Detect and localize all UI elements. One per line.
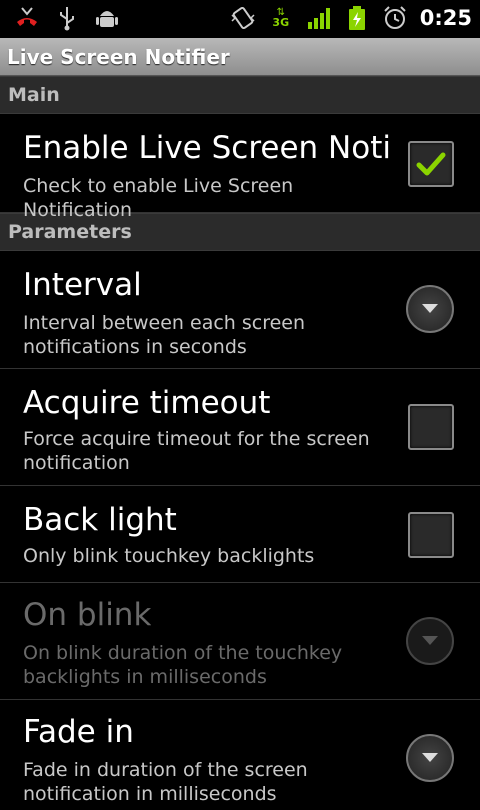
pref-on-blink: On blink On blink duration of the touchk… [0,583,480,700]
pref-title: On blink [23,597,152,633]
section-header-main: Main [0,76,480,114]
pref-summary: Only blink touchkey backlights [23,545,315,567]
checkmark-icon [416,152,446,176]
clock-time: 0:25 [419,6,472,30]
alarm-icon [382,5,408,31]
chevron-down-icon [422,636,438,645]
pref-title: Back light [23,502,177,538]
section-header-label: Parameters [8,221,132,243]
android-debug-icon [94,5,120,31]
pref-summary: On blink duration of the touchkey backli… [23,642,343,688]
network-3g-icon: ⇅ 3G [272,7,290,29]
back-light-checkbox[interactable] [408,512,454,558]
missed-call-icon [14,5,40,31]
app-title: Live Screen Notifier [7,44,230,69]
pref-summary: Check to enable Live Screen Notification [23,175,294,221]
pref-summary: Fade in duration of the screen notificat… [23,759,308,805]
vibrate-icon [230,5,256,31]
pref-summary: Interval between each screen notificatio… [23,312,306,358]
on-blink-dropdown [406,617,454,665]
status-bar: ⇅ 3G 0:25 [0,0,480,38]
app-title-bar: Live Screen Notifier [0,38,480,76]
battery-charging-icon [344,5,370,31]
chevron-down-icon [422,304,438,313]
section-header-label: Main [8,84,60,106]
pref-interval[interactable]: Interval Interval between each screen no… [0,251,480,369]
pref-back-light[interactable]: Back light Only blink touchkey backlight… [0,486,480,583]
signal-icon [306,5,332,31]
fade-in-dropdown[interactable] [406,734,454,782]
pref-enable-live-screen[interactable]: Enable Live Screen Notification Check to… [0,114,480,221]
pref-fade-in[interactable]: Fade in Fade in duration of the screen n… [0,700,480,810]
enable-checkbox[interactable] [408,141,454,187]
pref-summary: Force acquire timeout for the screen not… [23,428,370,474]
pref-title: Acquire timeout [23,385,271,421]
interval-dropdown[interactable] [406,285,454,333]
pref-title: Interval [23,267,142,303]
pref-title: Enable Live Screen Notification [23,130,391,166]
acquire-timeout-checkbox[interactable] [408,404,454,450]
pref-title: Fade in [23,714,134,750]
usb-icon [54,5,80,31]
pref-acquire-timeout[interactable]: Acquire timeout Force acquire timeout fo… [0,369,480,486]
chevron-down-icon [422,753,438,762]
